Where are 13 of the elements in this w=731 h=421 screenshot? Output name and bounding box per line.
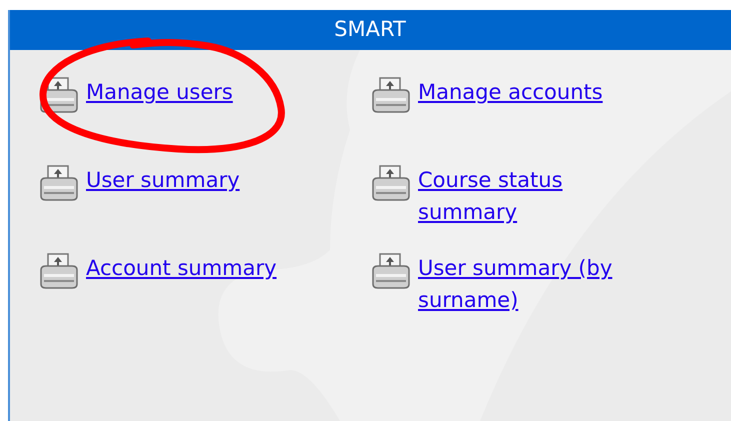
panel-title: SMART bbox=[334, 16, 406, 44]
printer-icon bbox=[370, 164, 412, 202]
menu-link[interactable]: User summary (by surname) bbox=[418, 252, 668, 316]
printer-icon bbox=[38, 252, 80, 290]
menu-link[interactable]: Course status summary bbox=[418, 164, 668, 228]
printer-icon bbox=[38, 76, 80, 114]
menu-link[interactable]: Account summary bbox=[86, 252, 277, 284]
printer-icon bbox=[38, 164, 80, 202]
menu-link[interactable]: User summary bbox=[86, 164, 240, 196]
menu-link[interactable]: Manage users bbox=[86, 76, 233, 108]
menu-link[interactable]: Manage accounts bbox=[418, 76, 668, 108]
printer-icon bbox=[370, 252, 412, 290]
printer-icon bbox=[370, 76, 412, 114]
